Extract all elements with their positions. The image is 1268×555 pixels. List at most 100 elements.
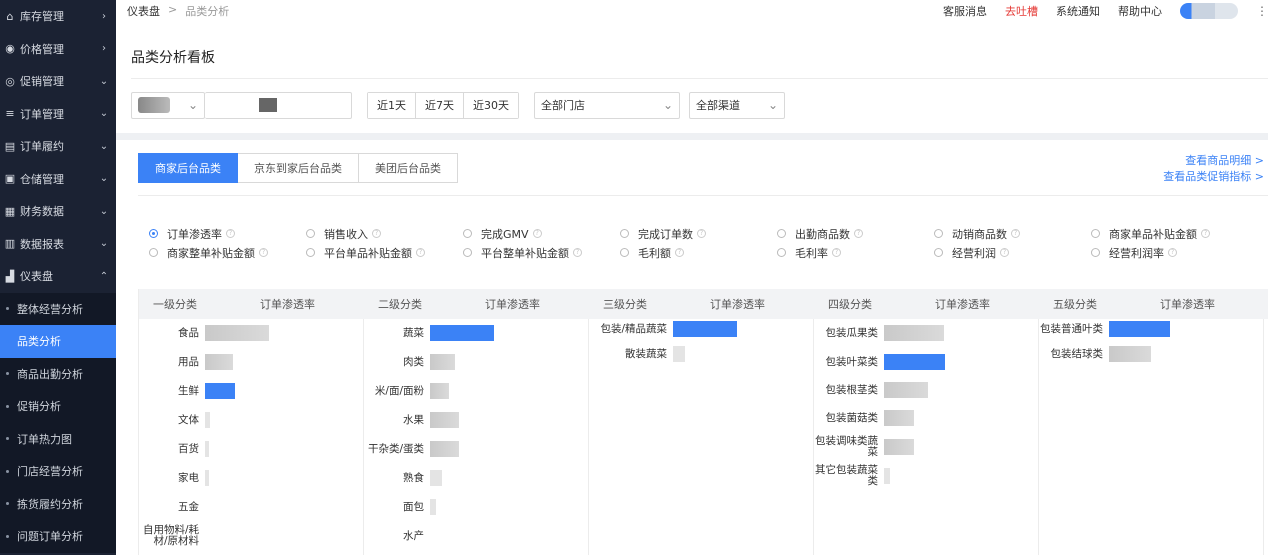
table-row[interactable]: 肉类 — [364, 352, 455, 372]
metric-option[interactable]: 商家整单补贴金额? — [149, 245, 306, 261]
range-30d-button[interactable]: 近30天 — [464, 92, 518, 118]
radio-button[interactable] — [1091, 248, 1100, 257]
sidebar-subitem[interactable]: 整体经营分析 — [0, 292, 116, 325]
help-icon[interactable]: ? — [259, 248, 268, 257]
table-row[interactable]: 生鲜 — [139, 381, 235, 401]
user-avatar[interactable] — [1180, 3, 1238, 19]
help-center-link[interactable]: 帮助中心 — [1118, 3, 1162, 19]
table-row[interactable]: 用品 — [139, 352, 233, 372]
view-product-detail-link[interactable]: 查看商品明细 > — [1163, 153, 1264, 169]
feedback-link[interactable]: 去吐槽 — [1005, 3, 1038, 19]
service-messages-link[interactable]: 客服消息 — [943, 3, 987, 19]
metric-option[interactable]: 毛利率? — [777, 245, 934, 261]
metric-option[interactable]: 完成订单数? — [620, 226, 777, 242]
tab-jddj-category[interactable]: 京东到家后台品类 — [238, 153, 359, 183]
table-row[interactable]: 食品 — [139, 323, 269, 343]
radio-button[interactable] — [149, 248, 158, 257]
table-row[interactable]: 包装普通叶类 — [1039, 319, 1170, 339]
table-row[interactable]: 包装菌菇类 — [814, 408, 914, 428]
table-row[interactable]: 包装调味类蔬菜 — [814, 436, 914, 458]
help-icon[interactable]: ? — [1168, 248, 1177, 257]
help-icon[interactable]: ? — [573, 248, 582, 257]
table-row[interactable]: 包装结球类 — [1039, 344, 1151, 364]
help-icon[interactable]: ? — [226, 229, 235, 238]
sidebar-subitem[interactable]: 订单热力图 — [0, 422, 116, 455]
help-icon[interactable]: ? — [532, 229, 542, 238]
help-icon[interactable]: ? — [1201, 229, 1210, 238]
help-icon[interactable]: ? — [675, 248, 684, 257]
metric-option[interactable]: 订单渗透率? — [149, 226, 306, 242]
radio-button[interactable] — [934, 229, 943, 238]
table-row[interactable]: 包装根茎类 — [814, 380, 928, 400]
metric-option[interactable]: 经营利润? — [934, 245, 1091, 261]
account-select[interactable]: ⌄ — [131, 91, 205, 119]
system-notice-link[interactable]: 系统通知 — [1056, 3, 1100, 19]
table-row[interactable]: 其它包装蔬菜类 — [814, 465, 890, 487]
table-row[interactable]: 面包 — [364, 497, 436, 517]
table-row[interactable]: 自用物料/耗材/原材料 — [139, 525, 205, 547]
sidebar-item[interactable]: ▣ 仓储管理 ⌄ — [0, 163, 116, 196]
table-row[interactable]: 熟食 — [364, 468, 442, 488]
metric-option[interactable]: 商家单品补贴金额? — [1091, 226, 1248, 242]
radio-button[interactable] — [777, 248, 786, 257]
radio-button[interactable] — [777, 229, 786, 238]
sidebar-subitem[interactable]: 拣货履约分析 — [0, 487, 116, 520]
range-7d-button[interactable]: 近7天 — [416, 92, 464, 118]
store-select[interactable]: 全部门店 ⌄ — [534, 91, 680, 119]
sidebar-subitem[interactable]: 品类分析 — [0, 325, 116, 358]
metric-option[interactable]: 平台单品补贴金额? — [306, 245, 463, 261]
radio-button[interactable] — [463, 248, 472, 257]
radio-button[interactable] — [463, 229, 472, 238]
table-row[interactable]: 包装叶菜类 — [814, 352, 945, 372]
sidebar-item[interactable]: ▥ 数据报表 ⌄ — [0, 228, 116, 261]
date-range-input[interactable] — [205, 91, 352, 119]
sidebar-item[interactable]: ≡ 订单管理 ⌄ — [0, 98, 116, 131]
sidebar-item[interactable]: ◉ 价格管理 › — [0, 33, 116, 66]
metric-option[interactable]: 毛利额? — [620, 245, 777, 261]
help-icon[interactable]: ? — [416, 248, 425, 257]
view-promo-metrics-link[interactable]: 查看品类促销指标 > — [1163, 169, 1264, 185]
table-row[interactable]: 五金 — [139, 497, 205, 517]
help-icon[interactable]: ? — [372, 229, 381, 238]
table-row[interactable]: 文体 — [139, 410, 210, 430]
help-icon[interactable]: ? — [1011, 229, 1020, 238]
sidebar-item[interactable]: ▦ 财务数据 ⌄ — [0, 195, 116, 228]
sidebar-subitem[interactable]: 商品出勤分析 — [0, 357, 116, 390]
table-row[interactable]: 干杂类/蛋类 — [364, 439, 459, 459]
metric-option[interactable]: 销售收入? — [306, 226, 463, 242]
help-icon[interactable]: ? — [697, 229, 706, 238]
help-icon[interactable]: ? — [1000, 248, 1009, 257]
tab-meituan-category[interactable]: 美团后台品类 — [359, 153, 458, 183]
radio-button[interactable] — [149, 229, 158, 238]
radio-button[interactable] — [934, 248, 943, 257]
channel-select[interactable]: 全部渠道 ⌄ — [689, 91, 785, 119]
table-row[interactable]: 散装蔬菜 — [589, 344, 685, 364]
breadcrumb-root[interactable]: 仪表盘 — [127, 3, 160, 19]
table-row[interactable]: 蔬菜 — [364, 323, 494, 343]
table-row[interactable]: 百货 — [139, 439, 209, 459]
sidebar-item[interactable]: ▟ 仪表盘 ⌃ — [0, 260, 116, 293]
radio-button[interactable] — [306, 248, 315, 257]
table-row[interactable]: 水果 — [364, 410, 459, 430]
help-icon[interactable]: ? — [832, 248, 841, 257]
more-icon[interactable]: ⋮ — [1256, 4, 1268, 18]
metric-option[interactable]: 出勤商品数? — [777, 226, 934, 242]
table-row[interactable]: 包装瓜果类 — [814, 323, 944, 343]
radio-button[interactable] — [620, 248, 629, 257]
table-row[interactable]: 米/面/面粉 — [364, 381, 449, 401]
table-row[interactable]: 水产 — [364, 526, 430, 546]
help-icon[interactable]: ? — [854, 229, 863, 238]
sidebar-item[interactable]: ⌂ 库存管理 › — [0, 0, 116, 33]
sidebar-subitem[interactable]: 问题订单分析 — [0, 520, 116, 553]
sidebar-subitem[interactable]: 促销分析 — [0, 390, 116, 423]
sidebar-item[interactable]: ▤ 订单履约 ⌄ — [0, 130, 116, 163]
tab-merchant-category[interactable]: 商家后台品类 — [138, 153, 238, 183]
table-row[interactable]: 包装/精品蔬菜 — [589, 319, 737, 339]
metric-option[interactable]: 动销商品数? — [934, 226, 1091, 242]
range-1d-button[interactable]: 近1天 — [368, 92, 416, 118]
metric-option[interactable]: 经营利润率? — [1091, 245, 1248, 261]
sidebar-subitem[interactable]: 门店经营分析 — [0, 455, 116, 488]
table-row[interactable]: 家电 — [139, 468, 209, 488]
sidebar-item[interactable]: ◎ 促销管理 ⌄ — [0, 65, 116, 98]
radio-button[interactable] — [620, 229, 629, 238]
